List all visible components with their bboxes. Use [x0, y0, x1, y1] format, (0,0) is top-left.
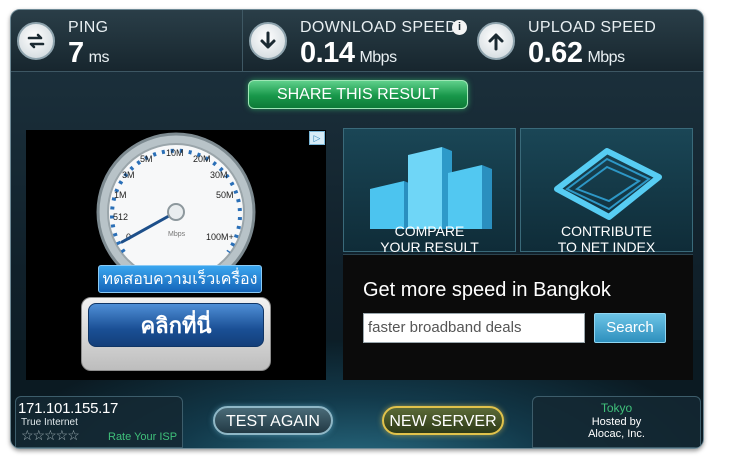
gauge-tick-1m: 1M: [114, 190, 127, 200]
gauge-tick-5m: 5M: [140, 154, 153, 164]
contribute-tile[interactable]: CONTRIBUTE TO NET INDEX: [520, 128, 693, 255]
compare-label-2: YOUR RESULT: [380, 239, 479, 255]
contribute-label-2: TO NET INDEX: [557, 239, 656, 255]
compare-label-1: COMPARE: [394, 223, 465, 239]
gauge-tick-3m: 3M: [122, 170, 135, 180]
upload-arrow-icon: [477, 22, 515, 60]
adchoices-icon[interactable]: ▷: [309, 131, 325, 145]
gauge-tick-20m: 20M: [193, 154, 211, 164]
bar-graph-icon: [370, 147, 492, 229]
download-arrow-icon: [249, 22, 287, 60]
gauge-tick-100m: 100M+: [206, 232, 234, 242]
speed-offer-panel: Get more speed in Bangkok faster broadba…: [343, 254, 693, 380]
broadband-search-input[interactable]: faster broadband deals: [363, 313, 585, 343]
upload-number: 0.62: [528, 37, 583, 69]
search-button[interactable]: Search: [594, 313, 666, 343]
share-result-button[interactable]: SHARE THIS RESULT: [248, 80, 468, 109]
gauge-unit: Mbps: [168, 231, 186, 238]
upload-unit: Mbps: [587, 49, 625, 66]
results-bar: PING 7 ms DOWNLOAD SPEED 0.14 Mbps i UPLOA…: [11, 10, 703, 72]
hosted-by-label: Hosted by: [591, 416, 642, 428]
ping-value: 7 ms: [68, 37, 109, 70]
rate-isp-link[interactable]: Rate Your ISP: [108, 431, 177, 443]
speedtest-panel: PING 7 ms DOWNLOAD SPEED 0.14 Mbps i UPLOA…: [10, 9, 704, 449]
gauge-tick-10m: 10M: [166, 148, 184, 158]
gauge-tick-512: 512: [113, 212, 128, 222]
download-value: 0.14 Mbps: [300, 37, 397, 70]
upload-metric: UPLOAD SPEED 0.62 Mbps: [471, 10, 703, 72]
gauge-tick-30m: 30M: [210, 170, 228, 180]
ping-unit: ms: [88, 49, 110, 66]
test-again-button[interactable]: TEST AGAIN: [213, 406, 333, 435]
upload-label: UPLOAD SPEED: [528, 19, 657, 36]
new-server-button[interactable]: NEW SERVER: [382, 406, 504, 435]
download-number: 0.14: [300, 37, 355, 69]
compare-result-tile[interactable]: COMPARE YOUR RESULT: [343, 128, 516, 255]
advertisement[interactable]: ▷ 0 512 1M 3M 5M 10M 20M 30M 50M 100M+ M…: [26, 130, 326, 380]
net-index-icon: [554, 148, 662, 220]
host-name: Alocac, Inc.: [588, 428, 645, 440]
server-panel: Tokyo Hosted by Alocac, Inc.: [532, 396, 701, 448]
ad-click-button[interactable]: คลิกที่นี่: [88, 303, 264, 347]
server-city: Tokyo: [600, 401, 633, 415]
ping-label: PING: [68, 19, 109, 36]
ad-caption: ทดสอบความเร็วเครื่อง: [98, 265, 262, 293]
gauge-tick-50m: 50M: [216, 190, 234, 200]
contribute-label-1: CONTRIBUTE: [561, 223, 652, 239]
info-icon[interactable]: i: [452, 20, 467, 35]
upload-value: 0.62 Mbps: [528, 37, 625, 70]
ping-number: 7: [68, 37, 84, 69]
ping-metric: PING 7 ms: [11, 10, 242, 72]
download-label: DOWNLOAD SPEED: [300, 19, 458, 36]
download-unit: Mbps: [359, 49, 397, 66]
server-host: Hosted by Alocac, Inc.: [533, 416, 700, 440]
rating-stars[interactable]: ☆☆☆☆☆: [21, 427, 80, 444]
download-metric: DOWNLOAD SPEED 0.14 Mbps: [242, 10, 471, 72]
speedometer-graphic: 0 512 1M 3M 5M 10M 20M 30M 50M 100M+ Mbp…: [96, 132, 256, 282]
ping-arrows-icon: [17, 22, 55, 60]
offer-title: Get more speed in Bangkok: [363, 279, 611, 301]
ip-address: 171.101.155.17: [18, 400, 119, 417]
